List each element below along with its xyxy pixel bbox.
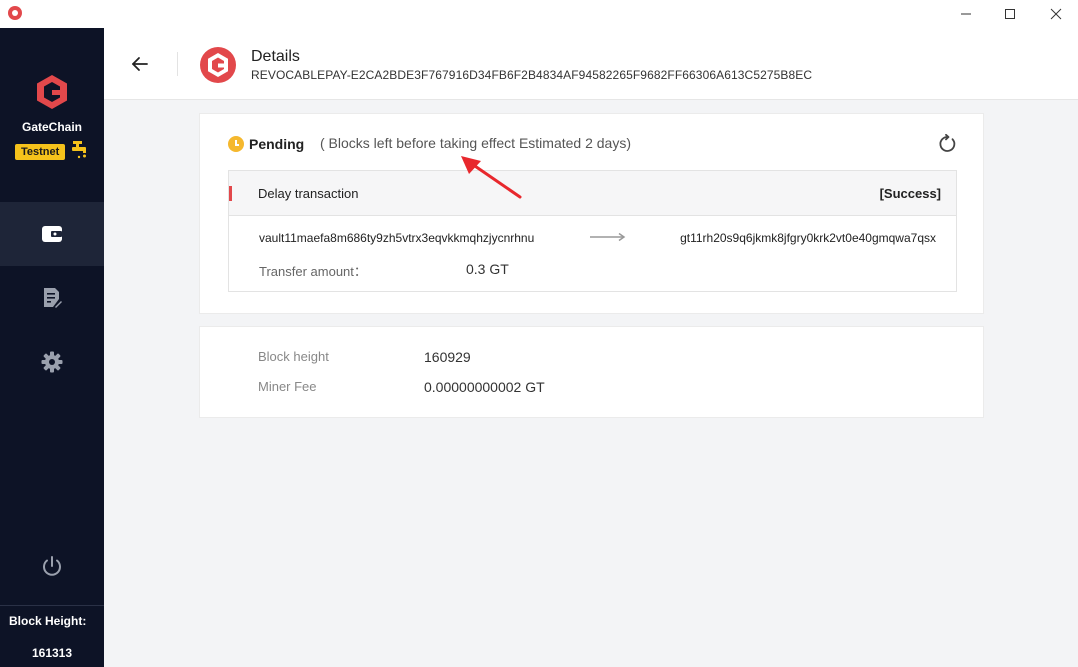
document-edit-icon	[44, 288, 62, 308]
page-header: Details REVOCABLEPAY-E2CA2BDE3F767916D34…	[104, 28, 1078, 100]
gatechain-logo-icon	[37, 75, 67, 109]
transaction-status-card: Pending ( Blocks left before taking effe…	[199, 113, 984, 314]
transaction-hash: REVOCABLEPAY-E2CA2BDE3F767916D34FB6F2B48…	[251, 68, 813, 82]
miner-fee-label: Miner Fee	[258, 379, 317, 394]
right-arrow-icon	[590, 232, 626, 242]
power-icon[interactable]	[40, 554, 64, 578]
nav-item-records[interactable]	[0, 266, 104, 330]
gatechain-token-icon	[200, 47, 236, 83]
faucet-icon[interactable]	[71, 140, 89, 160]
status-label: Pending	[249, 136, 305, 152]
to-address: gt11rh20s9q6jkmk8jfgry0krk2vt0e40gmqwa7q…	[680, 231, 936, 245]
block-height-row-label: Block height	[258, 349, 329, 364]
clock-icon	[228, 136, 244, 152]
gear-icon	[41, 351, 63, 373]
nav-item-settings[interactable]	[0, 330, 104, 394]
status-note: ( Blocks left before taking effect Estim…	[320, 135, 632, 151]
block-details-card: Block height 160929 Miner Fee 0.00000000…	[199, 326, 984, 418]
page-title: Details	[251, 48, 300, 65]
title-bar	[0, 0, 1078, 28]
sidebar: GateChain Testnet Block Height: 161313	[0, 28, 104, 667]
header-divider	[177, 52, 178, 76]
brand-name: GateChain	[21, 120, 82, 134]
close-icon	[1050, 8, 1062, 20]
maximize-button[interactable]	[987, 0, 1033, 28]
transfer-amount-value: 0.3 GT	[466, 261, 509, 277]
transaction-box: Delay transaction [Success] vault11maefa…	[228, 170, 957, 292]
sidebar-divider	[0, 605, 104, 606]
network-badge: Testnet	[15, 144, 66, 160]
from-address: vault11maefa8m686ty9zh5vtrx3eqvkkmqhzjyc…	[259, 231, 535, 245]
back-arrow-icon[interactable]	[130, 54, 150, 74]
transaction-header: Delay transaction [Success]	[229, 171, 956, 216]
nav-item-wallet[interactable]	[0, 202, 104, 266]
refresh-icon[interactable]	[938, 134, 958, 154]
block-height-label: Block Height:	[9, 614, 87, 628]
app-icon	[8, 6, 22, 20]
transfer-amount-label: Transfer amount：	[259, 264, 367, 279]
transaction-status: [Success]	[879, 186, 941, 201]
transaction-type: Delay transaction	[258, 186, 359, 201]
annotation-arrow-icon	[461, 156, 522, 199]
maximize-icon	[1005, 9, 1015, 19]
block-height-value: 161313	[31, 646, 73, 660]
block-height-row-value: 160929	[424, 349, 471, 365]
close-button[interactable]	[1033, 0, 1078, 28]
minimize-button[interactable]	[943, 0, 989, 28]
accent-bar	[229, 186, 232, 201]
wallet-icon	[42, 226, 62, 242]
miner-fee-value: 0.00000000002 GT	[424, 379, 545, 395]
minimize-icon	[961, 13, 971, 15]
